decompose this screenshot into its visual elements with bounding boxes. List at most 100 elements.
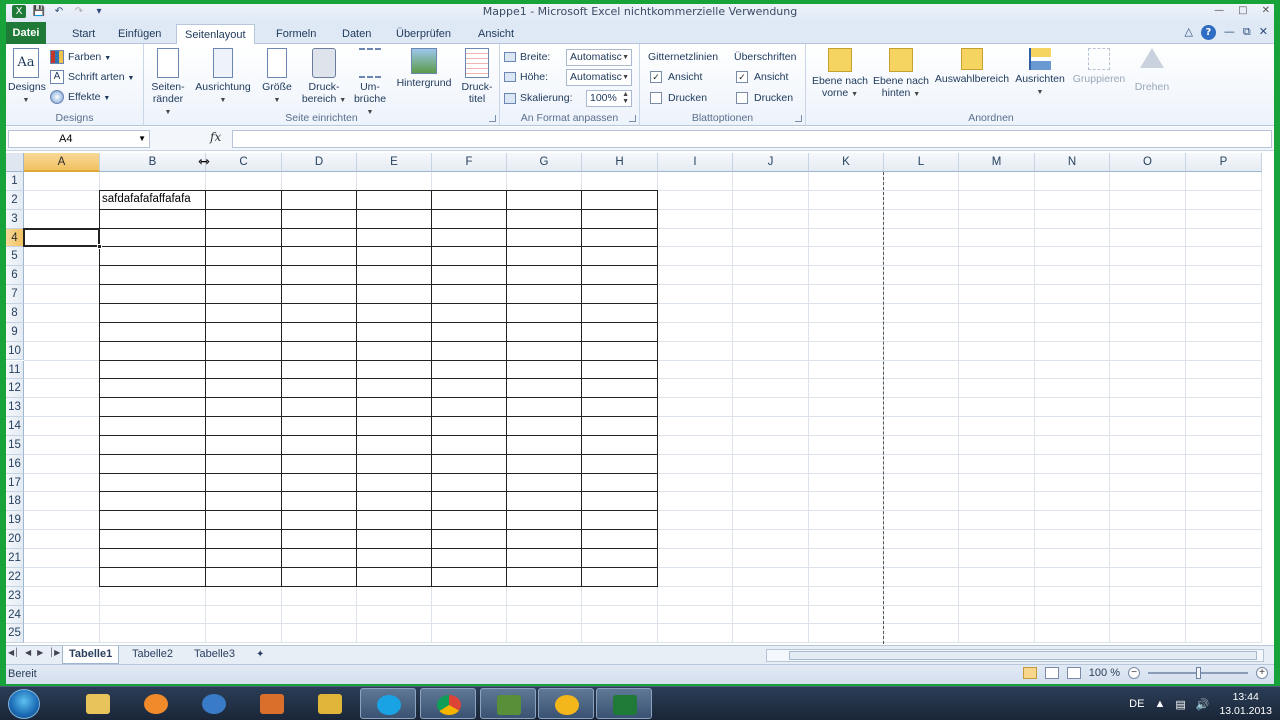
network-icon[interactable]: ▤ [1175,698,1185,711]
taskbar-app-5[interactable] [302,688,358,719]
doc-minimize-icon[interactable]: — [1224,25,1235,40]
name-box-arrow-icon[interactable]: ▼ [138,131,146,147]
gridlines-print-checkbox[interactable]: Drucken [650,89,707,107]
breaks-button[interactable]: Um- brüche ▼ [350,48,390,119]
row-header-18[interactable]: 18 [6,492,24,512]
column-header-j[interactable]: J [733,153,809,172]
page-layout-view-icon[interactable] [1044,667,1059,679]
group-button[interactable]: Gruppieren [1068,48,1130,85]
row-header-19[interactable]: 19 [6,511,24,531]
width-select[interactable]: Automatisch▼ [566,49,632,66]
tab-review[interactable]: Überprüfen [388,24,459,44]
effects-button[interactable]: Effekte ▼ [50,88,110,106]
column-header-g[interactable]: G [507,153,582,172]
tab-insert[interactable]: Einfügen [110,24,169,44]
row-header-1[interactable]: 1 [6,172,24,191]
insert-sheet-icon[interactable]: ✦ [250,646,270,664]
print-titles-button[interactable]: Druck- titel [458,48,496,105]
select-all-corner[interactable] [6,153,24,172]
colors-button[interactable]: Farben ▼ [50,48,111,66]
height-select[interactable]: Automatisch▼ [566,69,632,86]
minimize-icon[interactable]: — [1214,5,1224,16]
page-setup-launcher-icon[interactable] [489,115,496,122]
headings-view-checkbox[interactable]: ✓ Ansicht [736,68,788,86]
row-header-22[interactable]: 22 [6,567,24,587]
next-sheet-icon[interactable]: ▶ [37,648,43,657]
column-header-a[interactable]: A [24,153,100,172]
row-header-20[interactable]: 20 [6,530,24,549]
row-header-16[interactable]: 16 [6,454,24,474]
row-header-17[interactable]: 17 [6,473,24,493]
sheet-tab-3[interactable]: Tabelle3 [188,646,241,664]
row-header-4[interactable]: 4 [6,228,24,248]
spinner-arrows-icon[interactable]: ▲ ▼ [622,91,629,105]
active-cell-selection[interactable] [23,227,102,250]
formula-input[interactable] [232,130,1272,148]
fonts-button[interactable]: A Schrift arten ▼ [50,68,134,86]
name-box[interactable]: A4 ▼ [8,130,150,148]
zoom-in-icon[interactable]: + [1256,667,1268,679]
taskbar-audio-app[interactable] [538,688,594,719]
sheet-tab-2[interactable]: Tabelle2 [126,646,179,664]
align-button[interactable]: Ausrichten ▼ [1012,48,1068,99]
maximize-icon[interactable]: □ [1238,5,1247,16]
zoom-out-icon[interactable]: − [1128,667,1140,679]
row-header-9[interactable]: 9 [6,322,24,342]
column-header-b[interactable]: B [100,153,206,172]
show-hidden-icons-icon[interactable]: ▲ [1154,698,1165,710]
column-header-o[interactable]: O [1110,153,1186,172]
row-header-8[interactable]: 8 [6,303,24,323]
row-header-13[interactable]: 13 [6,398,24,418]
volume-icon[interactable]: 🔊 [1196,698,1210,711]
taskbar-skype[interactable] [360,688,416,719]
gridlines-view-checkbox[interactable]: ✓ Ansicht [650,68,702,86]
headings-print-checkbox[interactable]: Drucken [736,89,793,107]
horizontal-scroll-thumb[interactable] [789,651,1257,660]
taskbar-app-4[interactable] [244,688,300,719]
selection-pane-button[interactable]: Auswahlbereich [932,48,1012,85]
doc-restore-icon[interactable]: ⧉ [1243,25,1251,40]
page-break-view-icon[interactable] [1066,667,1081,679]
taskbar-excel[interactable] [596,688,652,719]
clock[interactable]: 13:44 13.01.2013 [1219,690,1272,718]
taskbar-chrome[interactable] [420,688,476,719]
row-header-23[interactable]: 23 [6,586,24,606]
column-header-k[interactable]: K [809,153,884,172]
row-header-7[interactable]: 7 [6,285,24,304]
tab-page-layout[interactable]: Seitenlayout [176,24,255,45]
row-header-21[interactable]: 21 [6,549,24,568]
sheet-options-launcher-icon[interactable] [795,115,802,122]
close-icon[interactable]: ✕ [1262,5,1270,16]
zoom-level[interactable]: 100 % [1089,667,1120,679]
margins-button[interactable]: Seiten- ränder ▼ [148,48,188,119]
column-header-e[interactable]: E [357,153,432,172]
bring-forward-button[interactable]: Ebene nach vorne ▼ [808,48,872,101]
taskbar-app-8[interactable] [480,688,536,719]
prev-sheet-icon[interactable]: ◀ [25,648,31,657]
tab-start[interactable]: Start [64,24,103,44]
column-header-p[interactable]: P [1186,153,1262,172]
row-header-6[interactable]: 6 [6,266,24,286]
tab-formulas[interactable]: Formeln [268,24,324,44]
row-header-10[interactable]: 10 [6,341,24,361]
normal-view-icon[interactable] [1022,667,1037,679]
column-header-m[interactable]: M [959,153,1035,172]
column-header-f[interactable]: F [432,153,507,172]
zoom-slider[interactable] [1148,667,1248,679]
column-header-c[interactable]: C [206,153,282,172]
row-header-14[interactable]: 14 [6,417,24,436]
tab-data[interactable]: Daten [334,24,379,44]
insert-function-icon[interactable]: fx [210,130,221,144]
last-sheet-icon[interactable]: │▶ [49,648,60,657]
column-header-d[interactable]: D [282,153,357,172]
row-header-25[interactable]: 25 [6,624,24,644]
zoom-slider-knob[interactable] [1196,667,1201,679]
first-sheet-icon[interactable]: ◀│ [8,648,19,657]
column-header-h[interactable]: H [582,153,658,172]
doc-close-icon[interactable]: ✕ [1259,25,1268,40]
column-header-n[interactable]: N [1035,153,1110,172]
column-header-l[interactable]: L [884,153,959,172]
send-backward-button[interactable]: Ebene nach hinten ▼ [870,48,932,101]
size-button[interactable]: Größe ▼ [260,48,294,107]
designs-button[interactable]: Aa Designs ▼ [8,48,46,107]
